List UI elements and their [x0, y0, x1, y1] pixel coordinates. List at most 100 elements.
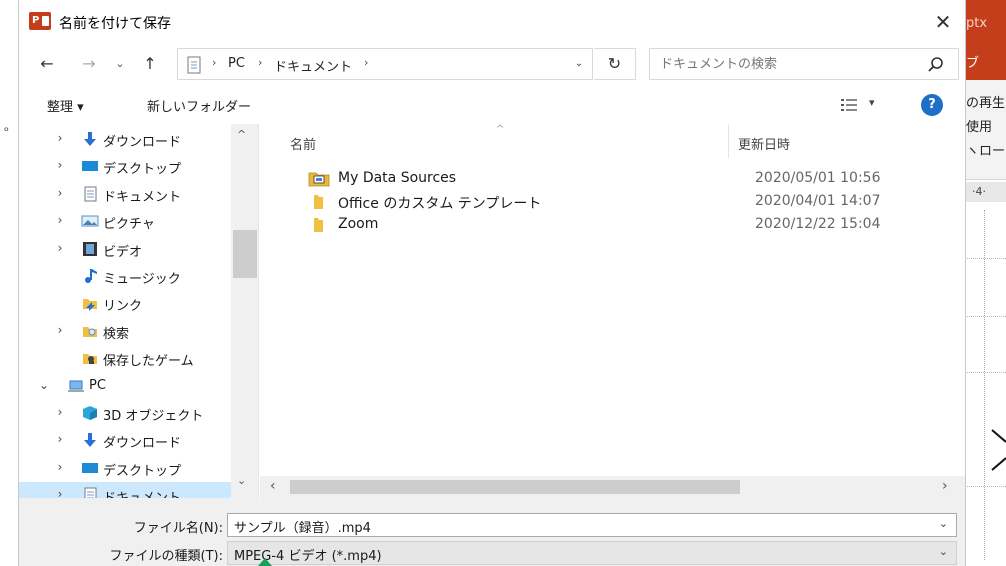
- scroll-thumb[interactable]: [233, 230, 257, 278]
- pc-icon: [67, 378, 85, 394]
- file-date: 2020/12/22 15:04: [755, 216, 881, 232]
- folder-icon: [314, 195, 323, 209]
- search-box: [649, 48, 959, 80]
- column-header-date-modified[interactable]: 更新日時: [738, 134, 790, 153]
- file-name: My Data Sources: [338, 170, 457, 186]
- chevron-right-icon[interactable]: ›: [53, 487, 67, 498]
- chevron-right-icon[interactable]: ›: [53, 158, 67, 172]
- filetype-value[interactable]: MPEG-4 ビデオ (*.mp4): [234, 545, 382, 564]
- background-edge-mark: ᵒ: [4, 124, 9, 138]
- forward-button[interactable]: →: [77, 50, 101, 78]
- scroll-up-arrow[interactable]: ^: [237, 128, 246, 141]
- file-list: ^ 名前 更新日時 My Data Sources 2020/05/01 10:…: [260, 124, 965, 476]
- tree-item[interactable]: › デスクトップ: [19, 153, 231, 180]
- address-history-dropdown[interactable]: ⌄: [570, 55, 588, 73]
- scroll-right-arrow[interactable]: ›: [942, 478, 948, 494]
- folder-icon: [314, 218, 323, 232]
- background-shape-arrow-icon: [991, 429, 1006, 471]
- tree-item[interactable]: リンク: [19, 290, 231, 317]
- filename-history-dropdown[interactable]: ⌄: [939, 517, 948, 530]
- search-input[interactable]: [650, 49, 920, 79]
- filetype-dropdown-arrow[interactable]: ⌄: [939, 545, 948, 558]
- scroll-left-arrow[interactable]: ‹: [270, 478, 276, 494]
- tree-item[interactable]: › ピクチャ: [19, 208, 231, 235]
- tree-item[interactable]: ⌄ PC: [19, 373, 231, 400]
- tree-item[interactable]: ミュージック: [19, 263, 231, 290]
- chevron-right-icon[interactable]: ›: [53, 460, 67, 474]
- breadcrumb-separator[interactable]: ›: [364, 56, 368, 69]
- powerpoint-logo-letter: P: [32, 15, 40, 26]
- chevron-right-icon[interactable]: ›: [53, 186, 67, 200]
- background-ribbon-text: ヽロー: [966, 144, 1006, 159]
- file-row[interactable]: Office のカスタム テンプレート 2020/04/01 14:07: [286, 191, 946, 214]
- tree-item[interactable]: 保存したゲーム: [19, 345, 231, 372]
- column-separator[interactable]: [728, 124, 729, 158]
- powerpoint-logo-icon: P: [29, 12, 51, 30]
- tree-item[interactable]: › ダウンロード: [19, 126, 231, 153]
- tree-item[interactable]: › 3D オブジェクト: [19, 400, 231, 427]
- chevron-right-icon[interactable]: ›: [53, 131, 67, 145]
- dialog-title: 名前を付けて保存: [59, 16, 171, 32]
- tree-item-label: ビデオ: [103, 244, 143, 260]
- file-list-horizontal-scrollbar[interactable]: ‹ ›: [260, 476, 965, 498]
- scroll-thumb[interactable]: [290, 480, 740, 494]
- desktop-icon: [81, 460, 99, 476]
- chevron-right-icon[interactable]: ›: [53, 432, 67, 446]
- music-icon: [81, 268, 99, 284]
- navigation-pane-scrollbar[interactable]: ^ ⌄: [231, 124, 258, 498]
- address-bar[interactable]: › PC › ドキュメント › ⌄: [177, 48, 593, 80]
- breadcrumb-pc[interactable]: PC: [228, 56, 245, 71]
- filename-value[interactable]: サンプル（録音）.mp4: [234, 517, 371, 536]
- chevron-right-icon[interactable]: ›: [53, 405, 67, 419]
- breadcrumb-separator: ›: [212, 56, 217, 69]
- tree-item[interactable]: › ダウンロード: [19, 427, 231, 454]
- back-button[interactable]: ←: [33, 50, 61, 78]
- scroll-down-arrow[interactable]: ⌄: [237, 474, 246, 487]
- breadcrumb-documents[interactable]: ドキュメント: [274, 56, 352, 75]
- search-icon[interactable]: [926, 55, 946, 75]
- change-view-button[interactable]: ▾: [841, 96, 879, 114]
- chevron-down-icon[interactable]: ⌄: [37, 378, 51, 392]
- command-toolbar: 整理 ▾ 新しいフォルダー ▾ ?: [19, 86, 965, 124]
- up-folder-button[interactable]: ↑: [137, 50, 163, 78]
- tree-item[interactable]: › ビデオ: [19, 236, 231, 263]
- chevron-right-icon[interactable]: ›: [53, 241, 67, 255]
- file-row[interactable]: My Data Sources 2020/05/01 10:56: [286, 168, 946, 191]
- filetype-select[interactable]: MPEG-4 ビデオ (*.mp4) ⌄: [227, 541, 957, 565]
- background-guide-line: [962, 486, 1006, 487]
- tree-item-label: リンク: [103, 299, 143, 315]
- filetype-label: ファイルの種類(T):: [109, 549, 223, 564]
- tree-item-label: ダウンロード: [103, 135, 182, 150]
- navigation-row: ← → ⌄ ↑ › PC › ドキュメント › ⌄ ↻: [19, 44, 965, 84]
- tree-item-label: ダウンロード: [103, 436, 182, 452]
- file-date: 2020/05/01 10:56: [755, 170, 881, 186]
- help-button[interactable]: ?: [921, 94, 943, 116]
- view-dropdown-arrow: ▾: [869, 96, 875, 109]
- dialog-title-bar: P 名前を付けて保存 ✕: [19, 0, 965, 42]
- file-name: Office のカスタム テンプレート: [338, 196, 542, 212]
- save-options-form: ファイル名(N): サンプル（録音）.mp4 ⌄ ファイルの種類(T): MPE…: [19, 498, 965, 566]
- file-row[interactable]: Zoom 2020/12/22 15:04: [286, 214, 946, 237]
- background-title-fragment: ptx: [966, 16, 988, 31]
- tree-item[interactable]: › ドキュメント: [19, 181, 231, 208]
- background-ribbon-text: の再生: [966, 96, 1006, 111]
- documents-icon: [81, 186, 99, 202]
- tree-item-label: PC: [89, 377, 106, 393]
- tree-item[interactable]: › デスクトップ: [19, 455, 231, 482]
- tree-item[interactable]: › 検索: [19, 318, 231, 345]
- chevron-right-icon[interactable]: ›: [53, 323, 67, 337]
- organize-button[interactable]: 整理 ▾: [47, 96, 84, 115]
- save-as-dialog: P 名前を付けて保存 ✕ ← → ⌄ ↑ › PC › ドキュメント › ⌄ ↻: [18, 0, 966, 566]
- filename-field[interactable]: サンプル（録音）.mp4 ⌄: [227, 513, 957, 537]
- chevron-right-icon[interactable]: ›: [53, 213, 67, 227]
- column-header-name[interactable]: 名前: [290, 134, 316, 153]
- tree-item-label: デスクトップ: [103, 162, 182, 178]
- close-button[interactable]: ✕: [923, 6, 963, 38]
- tree-item-label: デスクトップ: [103, 463, 182, 479]
- tree-item[interactable]: › ドキュメント: [19, 482, 231, 498]
- background-guide-line: [962, 372, 1006, 373]
- breadcrumb-separator[interactable]: ›: [258, 56, 262, 69]
- recent-locations-dropdown[interactable]: ⌄: [111, 50, 129, 78]
- refresh-button[interactable]: ↻: [594, 48, 636, 80]
- new-folder-button[interactable]: 新しいフォルダー: [147, 96, 251, 115]
